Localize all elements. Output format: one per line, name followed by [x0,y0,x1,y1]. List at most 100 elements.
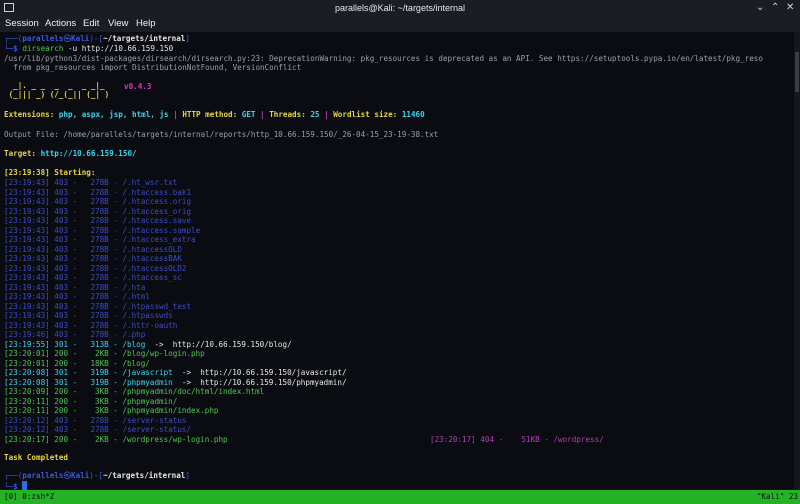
result-size: 278B [90,320,109,330]
result-size: 278B [90,216,109,225]
result-row: [23:20:01] 200 - 2KB - /blog/wp-login.ph… [4,349,205,358]
result-redirect-url: http://10.66.159.150/javascript/ [200,368,347,377]
starting-line: [23:19:38] Starting: [4,168,96,177]
menu-actions[interactable]: Actions [45,18,76,29]
result-status-code: 403 [54,320,69,330]
result-status-code: 403 [54,206,69,216]
input-line[interactable]: └─$ [4,481,28,490]
tmux-session-info: "Kali" 23 [756,492,798,501]
result-row: [23:20:12] 403 - 278B - /server-status [4,415,187,425]
prompt-host: Kali [71,34,90,43]
tmux-status-bar: [0] 0:zsh*Z "Kali" 23 [0,490,800,504]
result-path: /.htaccessBAK [122,254,182,263]
result-timestamp: [23:20:01] [4,358,50,368]
prompt-path: ~/targets/internal [103,34,186,43]
result-row: [23:19:43] 403 - 278B - /.htpasswd_test [4,301,192,311]
minimize-icon[interactable]: ⌄ [756,2,764,14]
terminal-output[interactable]: ┌──(parallels㉿Kali)-[~/targets/internal]… [0,32,794,490]
result-row: [23:20:11] 200 - 3KB - /phpmyadmin/ [4,396,178,406]
result-path: /javascript [122,368,173,377]
result-path: /.htaccess.save [122,216,192,225]
menu-edit[interactable]: Edit [83,18,99,29]
result-path: /phpmyadmin/index.php [122,406,219,415]
result-timestamp: [23:20:11] [4,396,50,406]
result-size: 278B [90,301,109,311]
result-timestamp: [23:19:43] [4,311,50,320]
result-row: [23:19:43] 403 - 278B - /.html [4,292,150,301]
result-path: /.html [122,292,150,301]
result-status-code: 403 [54,311,69,320]
config-line: Extensions: php, aspx, jsp, html, js | H… [4,110,425,119]
result-status-code: 403 [54,187,69,197]
menu-session[interactable]: Session [5,18,39,29]
menu-view[interactable]: View [108,18,128,29]
task-completed: Task Completed [4,453,69,462]
close-icon[interactable]: ✕ [786,2,794,14]
result-status-code: 403 [54,292,69,301]
result-status-code: 301 [54,339,69,349]
prompt-line-2: ┌──(parallels㉿Kali)-[~/targets/internal] [4,471,190,480]
result-size: 278B [90,254,109,263]
result-status-code: 403 [54,178,69,187]
result-timestamp: [23:19:43] [4,187,50,197]
result-status-code: 403 [54,225,69,235]
result-redirect-url: http://10.66.159.150/phpmyadmin/ [200,377,347,387]
result-timestamp: [23:20:11] [4,406,50,415]
terminal-scrollbar[interactable] [794,32,800,490]
output-file: Output File: /home/parallels/targets/int… [4,130,439,139]
result-size: 278B [90,206,109,216]
prompt-line-1: ┌──(parallels㉿Kali)-[~/targets/internal] [4,34,190,43]
result-status-code: 403 [54,330,69,339]
result-size: 278B [90,235,109,244]
redirect-arrow: -> [181,377,192,387]
result-row: [23:19:43] 403 - 278B - /.htaccessOLD [4,244,182,254]
result-path: /.httr-oauth [122,320,178,330]
result-timestamp: [23:19:43] [4,292,50,301]
result-timestamp: [23:20:09] [4,387,50,396]
result-timestamp: [23:19:43] [4,301,50,311]
result-size: 278B [90,415,109,425]
result-timestamp: [23:20:17] [4,434,50,444]
result-size: 278B [90,178,109,187]
menu-help[interactable]: Help [136,18,156,29]
result-redirect-url: http://10.66.159.150/blog/ [172,339,292,349]
command-line: └─$ dirsearch -u http://10.66.159.150 [4,44,174,53]
result-timestamp: [23:20:08] [4,368,50,377]
result-row: [23:20:12] 403 - 278B - /server-status/ [4,425,192,434]
scrollbar-thumb[interactable] [795,52,799,92]
result-row: [23:19:43] 403 - 278B - /.htaccessBAK [4,254,182,263]
result-path: /.htaccess.sample [122,225,201,235]
result-path: /phpmyadmin/doc/html/index.html [122,387,265,396]
result-status-code: 403 [54,263,69,273]
result-path: /blog/wp-login.php [122,349,205,358]
result-size: 319B [90,377,109,387]
result-path: /blog [122,339,146,349]
result-path: /server-status [122,415,187,425]
result-timestamp: [23:20:12] [4,415,50,425]
result-timestamp: [23:19:43] [4,178,50,187]
menu-bar: Session Actions Edit View Help [0,16,800,32]
tmux-window-list[interactable]: [0] 0:zsh*Z [4,490,54,504]
result-size: 278B [90,311,109,320]
result-status-code: 403 [54,244,69,254]
result-path: /.hta [122,282,146,292]
result-row: [23:19:43] 403 - 278B - /.htaccessOLD2 [4,263,187,273]
result-size: 278B [90,273,109,282]
result-path: /.htpasswd_test [122,301,192,311]
version-label: v0.4.3 [124,82,152,91]
target-line: Target: http://10.66.159.150/ [4,149,137,158]
result-size: 278B [90,263,109,273]
prompt-user: parallels [22,34,64,43]
result-status-code: 200 [54,387,69,396]
logo-line-2: (_||| _) (/_(_|| (_| ) [4,90,110,99]
maximize-icon[interactable]: ⌃ [771,2,779,14]
result-timestamp: [23:19:43] [4,235,50,244]
result-row: [23:19:43] 403 - 278B - /.htaccess_orig [4,206,192,216]
result-row: [23:19:43] 403 - 278B - /.htaccess_sc [4,273,182,282]
result-row: [23:19:43] 403 - 278B - /.hta [4,282,146,292]
result-size: 313B [90,339,109,349]
result-timestamp: [23:19:43] [4,197,50,206]
result-row: [23:19:43] 403 - 278B - /.htaccess.sampl… [4,225,201,235]
result-size: 18KB [90,358,109,368]
result-timestamp: [23:19:46] [4,330,50,339]
